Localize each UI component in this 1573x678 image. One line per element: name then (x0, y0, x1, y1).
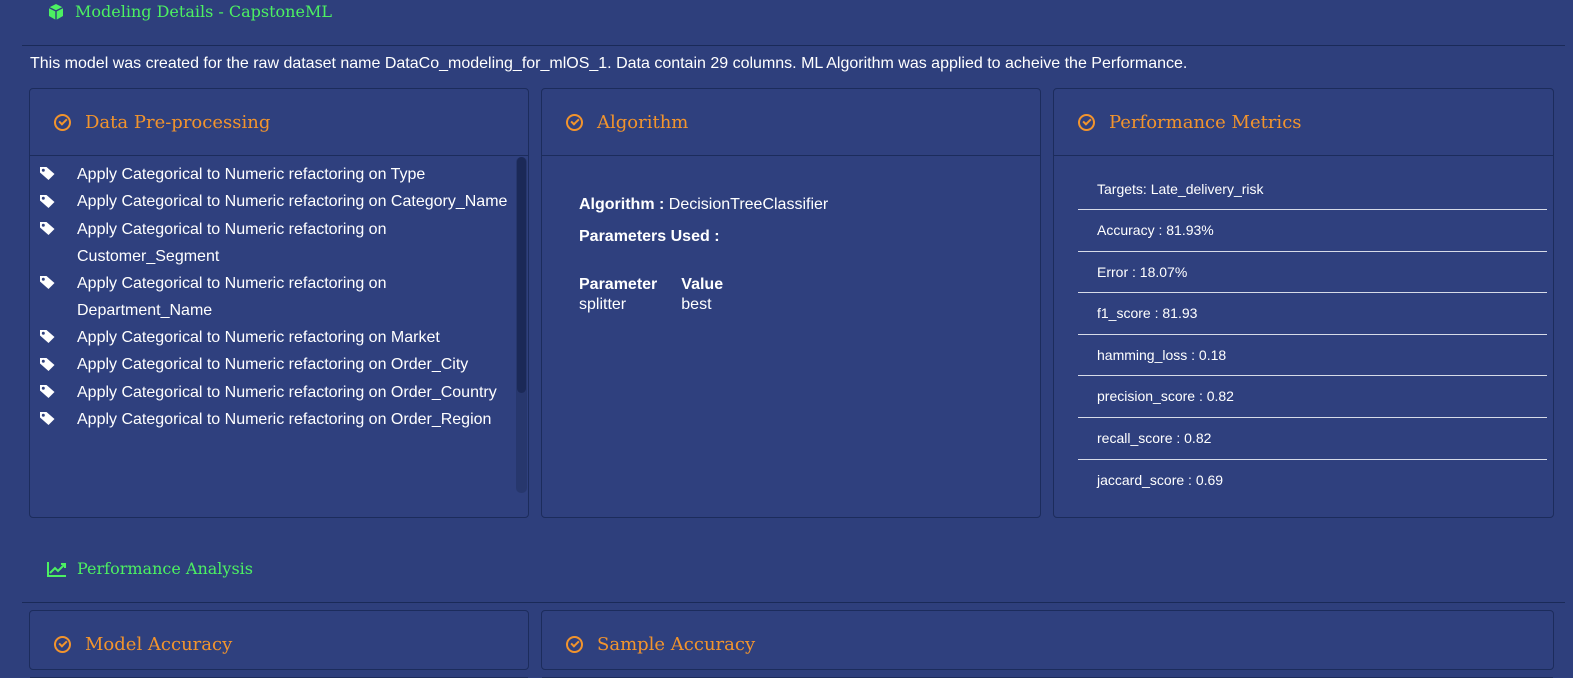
line-chart-icon (47, 561, 66, 577)
metrics-list: Targets: Late_delivery_risk Accuracy : 81… (1078, 169, 1547, 501)
tag-icon (40, 357, 55, 371)
model-accuracy-title: Model Accuracy (85, 633, 233, 655)
algorithm-label: Algorithm : (579, 196, 665, 213)
list-item-label: Apply Categorical to Numeric refactoring… (77, 193, 508, 211)
tag-icon (40, 221, 55, 235)
list-item: Apply Categorical to Numeric refactoring… (34, 270, 514, 324)
tag-icon (40, 167, 55, 181)
algorithm-card-header: Algorithm (542, 89, 1040, 156)
modeling-details-header: Modeling Details - CapstoneML (47, 2, 332, 21)
list-item-label: Apply Categorical to Numeric refactoring… (77, 410, 492, 428)
tag-icon-wrapper (34, 189, 77, 216)
algorithm-title: Algorithm (597, 111, 689, 133)
metric-item: Error : 18.07% (1078, 252, 1547, 294)
list-item: Apply Categorical to Numeric refactoring… (34, 406, 514, 433)
metric-item: f1_score : 81.93 (1078, 293, 1547, 335)
list-item-label: Apply Categorical to Numeric refactoring… (77, 166, 426, 183)
sample-accuracy-card: Sample Accuracy (541, 610, 1554, 678)
algorithm-value: DecisionTreeClassifier (668, 196, 829, 213)
tag-icon (40, 384, 55, 398)
preprocessing-title: Data Pre-processing (85, 111, 271, 133)
divider (22, 602, 1565, 603)
tag-icon (40, 276, 55, 290)
metric-item: hamming_loss : 0.18 (1078, 335, 1547, 377)
parameters-header-row: Parameter Value (579, 276, 747, 296)
preprocessing-list[interactable]: Apply Categorical to Numeric refactoring… (34, 161, 514, 491)
preprocessing-scrollbar[interactable] (516, 157, 527, 493)
list-item-label: Apply Categorical to Numeric refactoring… (77, 356, 469, 374)
divider (22, 45, 1565, 46)
tag-icon (40, 412, 55, 426)
metric-item: recall_score : 0.82 (1078, 418, 1547, 460)
list-item: Apply Categorical to Numeric refactoring… (34, 216, 514, 270)
tag-icon-wrapper (34, 324, 77, 351)
check-circle-icon (54, 113, 71, 131)
metric-item: Accuracy : 81.93% (1078, 210, 1547, 252)
metric-item: precision_score : 0.82 (1078, 376, 1547, 418)
performance-analysis-header: Performance Analysis (47, 559, 253, 578)
model-accuracy-card: Model Accuracy (29, 610, 529, 678)
scrollbar-thumb[interactable] (517, 157, 526, 393)
tag-icon-wrapper (34, 161, 77, 188)
list-item-label: Apply Categorical to Numeric refactoring… (77, 383, 497, 401)
preprocessing-card-header: Data Pre-processing (30, 89, 528, 156)
algorithm-body: Algorithm : DecisionTreeClassifier Param… (579, 194, 828, 314)
model-description: This model was created for the raw datas… (30, 55, 1188, 72)
list-item: Apply Categorical to Numeric refactoring… (34, 161, 514, 188)
check-circle-icon (54, 635, 71, 653)
list-item-label: Apply Categorical to Numeric refactoring… (77, 274, 387, 320)
tag-icon-wrapper (34, 406, 77, 433)
check-circle-icon (1078, 113, 1095, 131)
metric-item: jaccard_score : 0.69 (1097, 471, 1224, 488)
parameter-value: best (681, 296, 712, 313)
tag-icon-wrapper (34, 352, 77, 379)
check-circle-icon (566, 113, 583, 131)
list-item: Apply Categorical to Numeric refactoring… (34, 351, 514, 378)
algorithm-row: Algorithm : DecisionTreeClassifier (579, 194, 828, 226)
check-circle-icon (566, 635, 583, 653)
parameter-name: splitter (579, 296, 627, 313)
tag-icon (40, 194, 55, 208)
value-column-header: Value (681, 276, 724, 293)
preprocessing-card: Data Pre-processing Apply Categorical to… (29, 88, 529, 518)
metric-item: Targets: Late_delivery_risk (1078, 169, 1547, 210)
tag-icon-wrapper (34, 270, 77, 297)
list-item: Apply Categorical to Numeric refactoring… (34, 324, 514, 351)
sample-accuracy-card-header: Sample Accuracy (542, 611, 1553, 678)
list-item-label: Apply Categorical to Numeric refactoring… (77, 329, 440, 347)
list-item-label: Apply Categorical to Numeric refactoring… (77, 220, 387, 265)
tag-icon-wrapper (34, 216, 77, 243)
parameters-table: Parameter Value splitter best (579, 276, 747, 314)
algorithm-card: Algorithm Algorithm : DecisionTreeClassi… (541, 88, 1041, 518)
tag-icon (40, 330, 55, 344)
table-row: splitter best (579, 296, 747, 314)
parameter-column-header: Parameter (579, 276, 658, 293)
cube-icon (48, 3, 64, 20)
list-item: Apply Categorical to Numeric refactoring… (34, 379, 514, 406)
page-title: Modeling Details - CapstoneML (75, 2, 332, 21)
metrics-title: Performance Metrics (1109, 111, 1302, 133)
tag-icon-wrapper (34, 379, 77, 406)
metrics-card-header: Performance Metrics (1054, 89, 1553, 156)
model-accuracy-card-header: Model Accuracy (30, 611, 528, 678)
list-item: Apply Categorical to Numeric refactoring… (34, 188, 514, 215)
sample-accuracy-title: Sample Accuracy (597, 633, 756, 655)
parameters-row: Parameters Used : (579, 226, 828, 258)
performance-analysis-title: Performance Analysis (77, 559, 253, 578)
metrics-card: Performance Metrics Targets: Late_delive… (1053, 88, 1554, 518)
parameters-label: Parameters Used : (579, 228, 720, 245)
